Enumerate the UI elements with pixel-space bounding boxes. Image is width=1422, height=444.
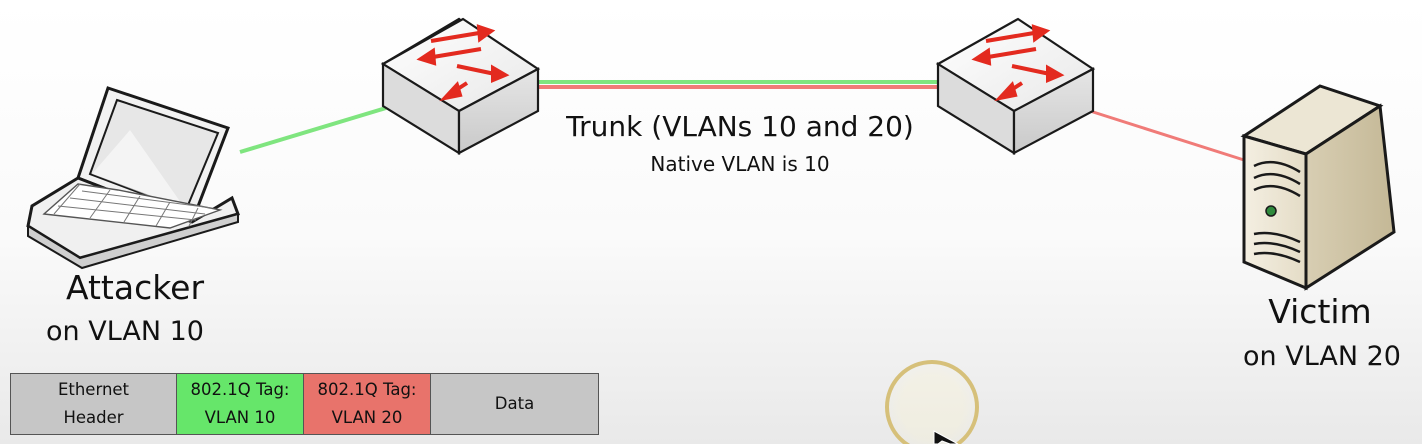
attacker-access-link <box>239 106 387 154</box>
trunk-label: Trunk (VLANs 10 and 20) <box>566 110 914 143</box>
laptop-icon <box>26 86 240 270</box>
double-tagged-frame: Ethernet Header 802.1Q Tag: VLAN 10 802.… <box>10 373 599 435</box>
server-icon <box>1240 84 1396 291</box>
native-vlan-label: Native VLAN is 10 <box>650 152 830 176</box>
frame-cell-ethernet-header: Ethernet Header <box>11 374 177 434</box>
frame-cell-outer-tag: 802.1Q Tag: VLAN 10 <box>177 374 304 434</box>
frame-cell-text: Header <box>63 408 124 427</box>
switch-icon <box>935 17 1096 155</box>
frame-cell-text: 802.1Q Tag: <box>190 380 290 399</box>
frame-cell-text: Ethernet <box>57 380 130 399</box>
pointer-highlight <box>885 360 979 444</box>
frame-cell-data: Data <box>431 374 598 434</box>
victim-label: Victim <box>1268 292 1372 331</box>
victim-access-link <box>1089 109 1245 162</box>
frame-cell-text: 802.1Q Tag: <box>317 380 417 399</box>
victim-vlan-label: on VLAN 20 <box>1243 341 1401 372</box>
frame-cell-inner-tag: 802.1Q Tag: VLAN 20 <box>304 374 431 434</box>
frame-cell-text: VLAN 10 <box>204 408 276 427</box>
frame-cell-text: VLAN 20 <box>331 408 403 427</box>
attacker-label: Attacker <box>65 268 205 307</box>
frame-cell-text: Data <box>494 394 535 413</box>
switch-icon <box>380 17 541 155</box>
attacker-vlan-label: on VLAN 10 <box>46 316 204 347</box>
